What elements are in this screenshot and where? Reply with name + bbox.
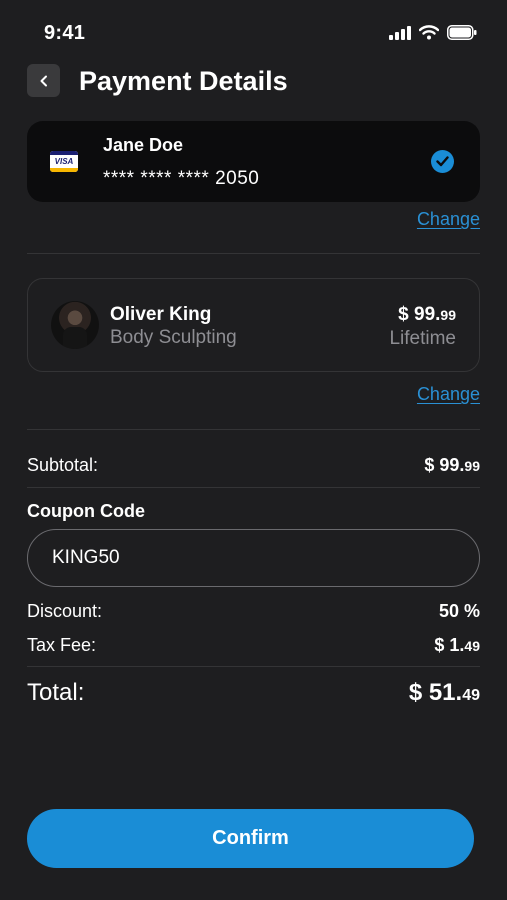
divider — [27, 429, 480, 430]
subtotal-value: $ 99.99 — [424, 455, 480, 475]
divider — [27, 253, 480, 254]
coupon-code-label: Coupon Code — [27, 501, 145, 521]
divider — [27, 666, 480, 667]
signal-icon — [389, 25, 411, 40]
back-button[interactable] — [27, 64, 60, 97]
payment-card[interactable]: VISA Jane Doe **** **** **** 2050 — [27, 121, 480, 202]
status-icons — [389, 25, 477, 40]
plan-price: $ 99.99 — [398, 304, 456, 325]
total-value: $ 51.49 — [408, 679, 480, 706]
divider — [27, 487, 480, 488]
subtotal-label: Subtotal: — [27, 455, 99, 475]
visa-card-icon: VISA — [50, 151, 78, 172]
battery-icon — [447, 25, 477, 40]
status-time: 9:41 — [44, 22, 86, 44]
tax-fee-label: Tax Fee: — [27, 635, 97, 655]
tax-fee-value: $ 1.49 — [434, 635, 480, 655]
coupon-code-input[interactable] — [27, 529, 480, 587]
change-plan-link[interactable]: Change — [417, 384, 480, 405]
card-brand: VISA — [54, 157, 74, 166]
program-name: Body Sculpting — [110, 327, 237, 348]
change-card-link[interactable]: Change — [417, 209, 480, 230]
chevron-left-icon — [40, 75, 47, 86]
trainer-name: Oliver King — [110, 304, 212, 325]
plan-term: Lifetime — [389, 328, 456, 349]
discount-value: 50 % — [438, 601, 480, 621]
plan-summary: Oliver King Body Sculpting $ 99.99 Lifet… — [27, 278, 480, 372]
checkmark-icon — [431, 150, 454, 173]
page-title: Payment Details — [79, 66, 288, 96]
card-number: **** **** **** 2050 — [103, 168, 260, 189]
payment-details-screen: 9:41 Payment Details VISA Jane Doe **** … — [0, 0, 507, 900]
discount-label: Discount: — [27, 601, 103, 621]
total-label: Total: — [27, 679, 85, 706]
wifi-icon — [419, 25, 439, 40]
trainer-avatar — [51, 301, 99, 349]
card-holder-name: Jane Doe — [103, 135, 184, 155]
plan-price-box: $ 99.99 Lifetime — [389, 304, 456, 350]
confirm-button[interactable]: Confirm — [27, 809, 474, 868]
status-bar: 9:41 — [0, 0, 507, 64]
